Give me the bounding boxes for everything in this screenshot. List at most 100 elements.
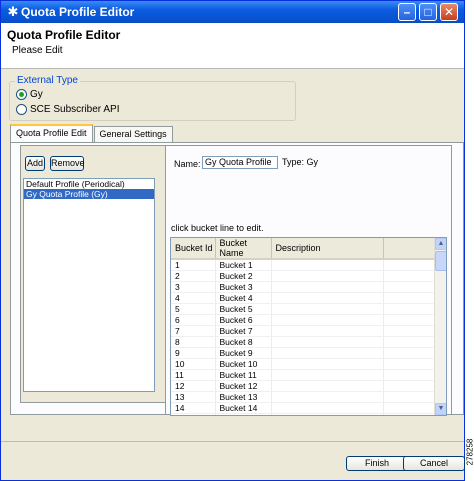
- table-row[interactable]: 14 Bucket 14: [171, 402, 435, 414]
- cell-bucket-name: Bucket 10: [215, 358, 272, 370]
- scroll-down-icon[interactable]: ▼: [435, 403, 446, 415]
- cell-bucket-id: 8: [171, 336, 216, 348]
- name-label: Name:: [174, 159, 201, 169]
- radio-sce-indicator[interactable]: [16, 104, 27, 115]
- tab-bar: Quota Profile Edit General Settings: [10, 124, 174, 142]
- cell-description: [271, 380, 384, 392]
- vertical-scrollbar[interactable]: ▲ ▼: [434, 238, 446, 415]
- figure-code: 278258: [465, 432, 474, 472]
- app-icon: ✱: [7, 4, 19, 19]
- cell-description: [271, 281, 384, 293]
- table-row[interactable]: 2 Bucket 2: [171, 270, 435, 282]
- close-icon[interactable]: ✕: [440, 3, 458, 21]
- cell-filler: [383, 270, 435, 282]
- cell-bucket-id: 10: [171, 358, 216, 370]
- table-row[interactable]: 11 Bucket 11: [171, 369, 435, 381]
- table-row[interactable]: 1 Bucket 1: [171, 259, 435, 271]
- table-row[interactable]: 6 Bucket 6: [171, 314, 435, 326]
- table-row[interactable]: 15Bucket 15: [171, 413, 435, 415]
- figure-code-text: 278258: [465, 438, 474, 466]
- cell-filler: [383, 402, 435, 414]
- cell-description: [271, 358, 384, 370]
- tab-panel: Add Remove Default Profile (Periodical) …: [10, 142, 464, 416]
- maximize-icon[interactable]: □: [419, 3, 437, 21]
- header-banner: Quota Profile Editor Please Edit: [1, 23, 464, 69]
- column-header-bucket-name[interactable]: Bucket Name: [215, 238, 272, 260]
- remove-button[interactable]: Remove: [50, 156, 85, 171]
- cell-filler: [383, 369, 435, 381]
- cell-bucket-id: 9: [171, 347, 216, 359]
- buckets-table[interactable]: Bucket Id Bucket Name Description 1 Bucke…: [170, 237, 447, 416]
- cell-bucket-id: 7: [171, 325, 216, 337]
- cell-bucket-name: Bucket 9: [215, 347, 272, 359]
- cell-bucket-id: 11: [171, 369, 216, 381]
- cell-bucket-id: 13: [171, 391, 216, 403]
- cell-description: [271, 402, 384, 414]
- finish-button[interactable]: Finish: [346, 456, 408, 471]
- table-row[interactable]: 10 Bucket 10: [171, 358, 435, 370]
- tab-quota-profile-edit[interactable]: Quota Profile Edit: [10, 124, 93, 142]
- cell-filler: [383, 303, 435, 315]
- cell-bucket-id: 6: [171, 314, 216, 326]
- cell-bucket-name: Bucket 12: [215, 380, 272, 392]
- profile-item-gy[interactable]: Gy Quota Profile (Gy): [24, 189, 154, 199]
- profile-list[interactable]: Default Profile (Periodical) Gy Quota Pr…: [23, 178, 155, 392]
- type-label: Type: Gy: [282, 157, 319, 167]
- table-row[interactable]: 4 Bucket 4: [171, 292, 435, 304]
- external-type-label: External Type: [15, 75, 80, 86]
- cell-description: [271, 259, 384, 271]
- radio-sce-label: SCE Subscriber API: [30, 104, 120, 115]
- title-bar[interactable]: ✱ Quota Profile Editor – □ ✕: [1, 1, 464, 23]
- table-row[interactable]: 12 Bucket 12: [171, 380, 435, 392]
- minimize-icon[interactable]: –: [398, 3, 416, 21]
- page-subtitle: Please Edit: [12, 45, 63, 56]
- radio-gy-label: Gy: [30, 89, 43, 100]
- cell-bucket-id: 4: [171, 292, 216, 304]
- radio-sce-subscriber-api[interactable]: SCE Subscriber API: [16, 104, 119, 115]
- profiles-pane: Add Remove Default Profile (Periodical) …: [20, 145, 168, 403]
- cell-filler: [383, 347, 435, 359]
- cell-bucket-name: Bucket 4: [215, 292, 272, 304]
- cell-filler: [383, 281, 435, 293]
- cell-description: [271, 369, 384, 381]
- cell-bucket-id: 14: [171, 402, 216, 414]
- name-field[interactable]: Gy Quota Profile: [202, 156, 278, 169]
- table-row[interactable]: 8 Bucket 8: [171, 336, 435, 348]
- cell-bucket-id: 12: [171, 380, 216, 392]
- tab-general-settings[interactable]: General Settings: [93, 126, 173, 142]
- cell-filler: [383, 336, 435, 348]
- cell-description: [271, 347, 384, 359]
- cell-description: [271, 303, 384, 315]
- cell-bucket-name: Bucket 5: [215, 303, 272, 315]
- table-row[interactable]: 7 Bucket 7: [171, 325, 435, 337]
- cell-bucket-name: Bucket 8: [215, 336, 272, 348]
- add-button[interactable]: Add: [25, 156, 45, 171]
- cell-bucket-name: Bucket 3: [215, 281, 272, 293]
- column-header-description[interactable]: Description: [271, 238, 384, 260]
- scroll-thumb[interactable]: [435, 251, 446, 271]
- cell-filler: [383, 292, 435, 304]
- table-row[interactable]: 3 Bucket 3: [171, 281, 435, 293]
- table-row[interactable]: 9 Bucket 9: [171, 347, 435, 359]
- cell-bucket-id: 5: [171, 303, 216, 315]
- radio-gy[interactable]: Gy: [16, 89, 43, 100]
- cancel-button[interactable]: Cancel: [403, 456, 465, 471]
- table-body: 1 Bucket 1 2 Bucket 2 3 Bucket 3 4 Bucket 4 5 Buc…: [171, 259, 435, 415]
- cell-bucket-name: Bucket 11: [215, 369, 272, 381]
- window-title: Quota Profile Editor: [21, 5, 135, 19]
- table-row[interactable]: 13 Bucket 13: [171, 391, 435, 403]
- cell-filler: [383, 314, 435, 326]
- cell-description: [271, 292, 384, 304]
- cell-bucket-id: 2: [171, 270, 216, 282]
- column-header-filler: [383, 238, 435, 260]
- cell-filler: [383, 413, 435, 415]
- cell-description: [271, 325, 384, 337]
- page-title: Quota Profile Editor: [7, 28, 121, 42]
- table-row[interactable]: 5 Bucket 5: [171, 303, 435, 315]
- profile-item-default[interactable]: Default Profile (Periodical): [24, 179, 154, 189]
- radio-gy-indicator[interactable]: [16, 89, 27, 100]
- column-header-bucket-id[interactable]: Bucket Id: [171, 238, 216, 260]
- cell-filler: [383, 358, 435, 370]
- scroll-up-icon[interactable]: ▲: [435, 238, 446, 250]
- cell-filler: [383, 259, 435, 271]
